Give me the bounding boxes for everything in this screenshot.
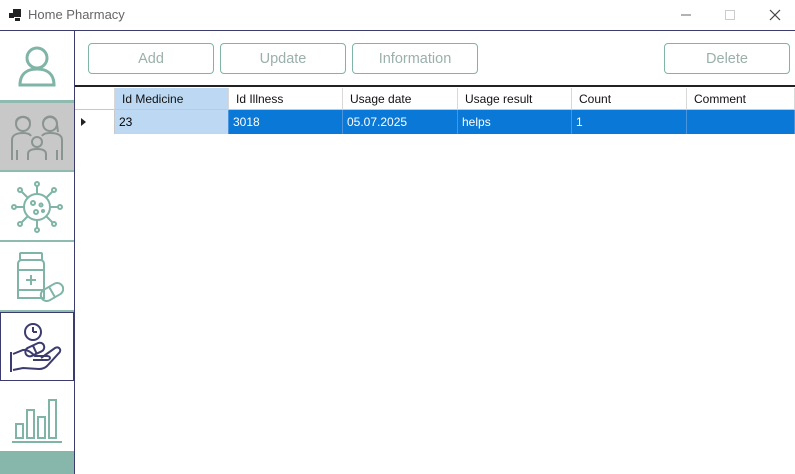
column-header-usage-date[interactable]: Usage date — [343, 88, 458, 110]
app-icon — [9, 9, 21, 21]
column-header-id-illness[interactable]: Id Illness — [229, 88, 343, 110]
cell-id-illness[interactable]: 3018 — [229, 110, 343, 134]
cell-comment[interactable] — [687, 110, 795, 134]
cell-id-medicine[interactable]: 23 — [115, 110, 229, 134]
sidebar-footer — [0, 451, 74, 474]
sidebar — [0, 31, 75, 474]
cell-usage-date[interactable]: 05.07.2025 — [343, 110, 458, 134]
update-button[interactable]: Update — [220, 43, 346, 74]
row-header[interactable] — [75, 110, 115, 134]
bar-chart-icon — [12, 398, 62, 443]
information-button[interactable]: Information — [352, 43, 478, 74]
sidebar-item-user[interactable] — [0, 31, 74, 100]
sidebar-item-illness[interactable] — [0, 172, 74, 241]
column-header-count[interactable]: Count — [572, 88, 687, 110]
maximize-icon — [725, 10, 735, 20]
family-icon — [11, 115, 63, 160]
column-header-id-medicine[interactable]: Id Medicine — [115, 88, 229, 110]
delete-button[interactable]: Delete — [664, 43, 790, 74]
sidebar-item-statistics[interactable] — [0, 382, 74, 451]
medicine-bottle-icon — [17, 251, 64, 302]
virus-icon — [11, 180, 63, 233]
sidebar-item-usage[interactable] — [0, 312, 74, 381]
minimize-button[interactable] — [663, 0, 709, 30]
column-header-comment[interactable]: Comment — [687, 88, 795, 110]
close-icon — [769, 9, 781, 21]
table-row[interactable]: 23 3018 05.07.2025 helps 1 — [75, 110, 795, 134]
window-title: Home Pharmacy — [28, 7, 125, 22]
hand-pill-clock-icon — [10, 322, 62, 372]
sidebar-item-family[interactable] — [0, 102, 74, 171]
add-button[interactable]: Add — [88, 43, 214, 74]
column-header-usage-result[interactable]: Usage result — [458, 88, 572, 110]
toolbar: Add Update Information Delete — [75, 31, 795, 87]
grid-corner — [75, 88, 115, 110]
title-bar: Home Pharmacy — [0, 0, 795, 30]
maximize-button[interactable] — [707, 0, 753, 30]
close-button[interactable] — [752, 0, 795, 30]
user-icon — [18, 46, 56, 86]
cell-count[interactable]: 1 — [572, 110, 687, 134]
minimize-icon — [681, 14, 691, 16]
cell-usage-result[interactable]: helps — [458, 110, 572, 134]
sidebar-item-medicine[interactable] — [0, 242, 74, 311]
row-pointer-icon — [81, 118, 86, 126]
